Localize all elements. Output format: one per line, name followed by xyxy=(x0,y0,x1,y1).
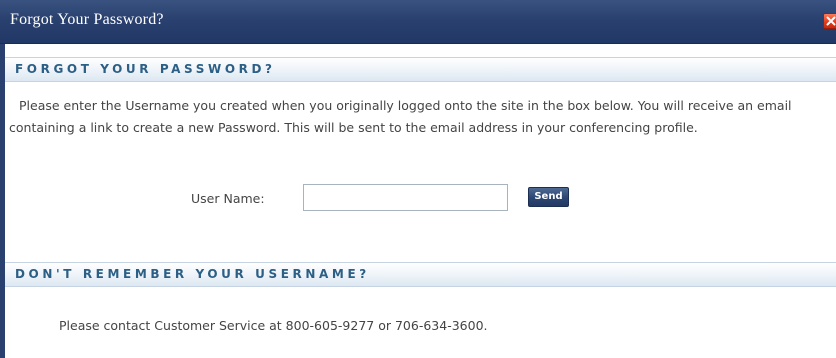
dialog-title: Forgot Your Password? xyxy=(10,11,164,28)
forgot-password-heading: FORGOT YOUR PASSWORD? xyxy=(15,62,276,76)
dialog-titlebar: Forgot Your Password? xyxy=(0,0,836,44)
dialog-left-border xyxy=(0,44,5,358)
instructions-text: Please enter the Username you created wh… xyxy=(9,98,792,135)
forgot-password-dialog: Forgot Your Password? FORGOT YOUR PASSWO… xyxy=(0,0,836,358)
username-input[interactable] xyxy=(303,184,508,211)
close-icon xyxy=(826,16,836,26)
username-label: User Name: xyxy=(191,191,265,206)
username-section-header: DON'T REMEMBER YOUR USERNAME? xyxy=(5,262,836,287)
dont-remember-username-heading: DON'T REMEMBER YOUR USERNAME? xyxy=(15,267,370,281)
forgot-password-section-header: FORGOT YOUR PASSWORD? xyxy=(5,57,836,82)
close-button[interactable] xyxy=(823,13,836,29)
customer-service-contact: Please contact Customer Service at 800-6… xyxy=(59,318,488,333)
send-button[interactable]: Send xyxy=(528,187,569,207)
